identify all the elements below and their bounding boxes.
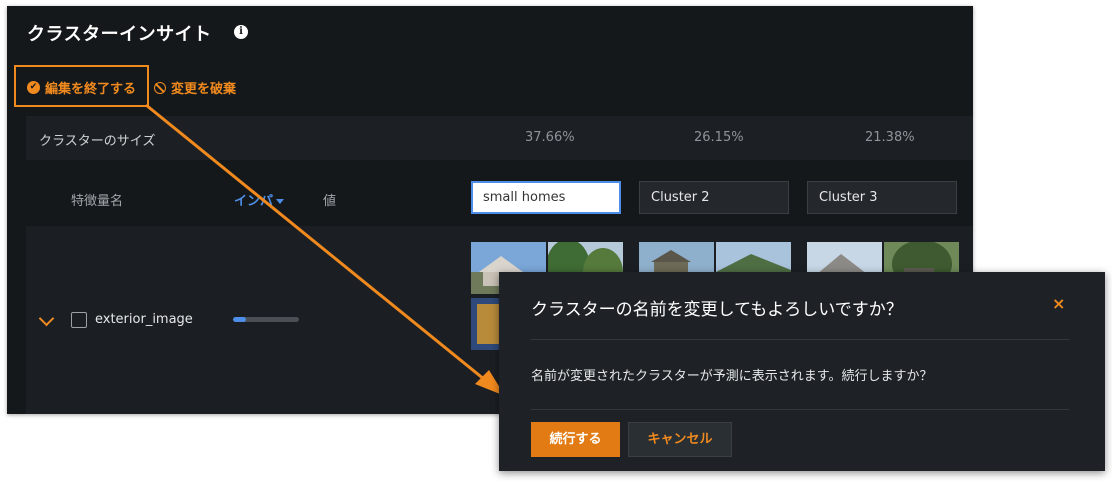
- impact-sort-header[interactable]: インパ: [234, 190, 284, 209]
- dialog-title: クラスターの名前を変更してもよろしいですか？: [531, 300, 903, 320]
- cluster-size-value: 21.38%: [865, 130, 915, 145]
- cluster-name-input[interactable]: small homes: [471, 181, 621, 214]
- divider: [531, 339, 1069, 340]
- impact-bar: [233, 317, 299, 322]
- divider: [531, 409, 1069, 410]
- info-icon[interactable]: i: [234, 25, 248, 39]
- highlight-box: [14, 65, 149, 107]
- discard-changes-label: 変更を破棄: [171, 82, 237, 97]
- rename-confirm-dialog: クラスターの名前を変更してもよろしいですか？ × 名前が変更されたクラスターが予…: [499, 272, 1105, 471]
- feature-checkbox[interactable]: [71, 312, 87, 328]
- dialog-message: 名前が変更されたクラスターが予測に表示されます。続行しますか？: [531, 369, 933, 384]
- cluster-name-input[interactable]: Cluster 2: [639, 181, 789, 214]
- ban-icon: [154, 81, 166, 94]
- impact-bar-fill: [233, 317, 247, 322]
- continue-button[interactable]: 続行する: [531, 422, 620, 457]
- cancel-button[interactable]: キャンセル: [628, 422, 732, 457]
- feature-name-header: 特徴量名: [71, 194, 124, 209]
- cluster-size-row: クラスターのサイズ 37.66% 26.15% 21.38%: [26, 116, 973, 160]
- feature-name: exterior_image: [95, 312, 193, 327]
- value-header: 値: [323, 194, 337, 209]
- page-title: クラスターインサイト: [27, 24, 212, 45]
- close-icon[interactable]: ×: [1052, 294, 1065, 313]
- cluster-size-label: クラスターのサイズ: [39, 134, 156, 149]
- discard-changes-button[interactable]: 変更を破棄: [154, 78, 236, 97]
- cluster-size-value: 37.66%: [525, 130, 575, 145]
- cluster-name-input[interactable]: Cluster 3: [807, 181, 957, 214]
- cluster-size-value: 26.15%: [694, 130, 744, 145]
